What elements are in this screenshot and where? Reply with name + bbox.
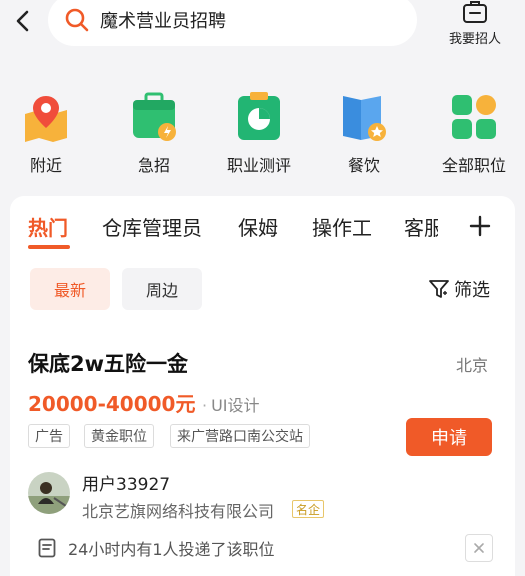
search-query-text: 魔术营业员招聘 — [100, 11, 226, 32]
header: 魔术营业员招聘 我要招人 — [0, 0, 525, 60]
job-title[interactable]: 保底2w五险一金 — [28, 348, 188, 378]
category-nearby[interactable]: 附近 — [0, 92, 96, 176]
briefcase-icon — [463, 1, 487, 23]
job-city: 北京 — [456, 356, 489, 375]
back-button[interactable] — [10, 4, 34, 38]
urgent-bag-icon — [133, 92, 176, 141]
document-icon — [38, 538, 56, 558]
search-input[interactable]: 魔术营业员招聘 — [48, 0, 417, 46]
job-panel: 热门 仓库管理员 保姆 操作工 客服 最新 周边 筛选 保底2w五险一金 北京 … — [10, 196, 515, 576]
menu-book-icon — [343, 96, 386, 141]
category-catering[interactable]: 餐饮 — [314, 92, 414, 176]
recruiter-name: 用户33927 — [82, 475, 171, 495]
avatar[interactable] — [28, 472, 70, 514]
category-row: 附近 急招 职业测评 餐饮 全部职位 — [0, 92, 525, 182]
job-salary: 20000-40000元 — [28, 392, 196, 416]
category-career-test[interactable]: 职业测评 — [209, 92, 309, 176]
apply-button[interactable]: 申请 — [406, 418, 492, 456]
avatar-image — [28, 472, 70, 514]
filter-button[interactable]: 筛选 — [428, 276, 490, 302]
category-label: 急招 — [137, 156, 170, 175]
funnel-icon — [429, 280, 449, 298]
filter-label: 筛选 — [454, 280, 490, 301]
company-name[interactable]: 北京艺旗网络科技有限公司 — [82, 498, 274, 522]
notice-text: 24小时内有1人投递了该职位 — [68, 540, 275, 559]
back-arrow-icon — [16, 10, 29, 32]
job-type-text: UI设计 — [211, 396, 260, 415]
tab-hot[interactable]: 热门 — [28, 212, 68, 241]
company-badge: 名企 — [292, 500, 325, 518]
post-job-label: 我要招人 — [448, 32, 501, 47]
category-label: 附近 — [29, 156, 62, 175]
grid-icon — [452, 95, 496, 139]
tab-overflow: 客服 — [398, 196, 438, 256]
search-icon — [65, 8, 89, 32]
job-type-separator: · — [202, 396, 208, 415]
category-urgent[interactable]: 急招 — [104, 92, 204, 176]
category-label: 职业测评 — [226, 156, 291, 175]
map-pin-icon — [25, 96, 67, 142]
plus-icon — [469, 215, 491, 237]
job-tag: 广告 — [28, 424, 70, 448]
tab-operator[interactable]: 操作工 — [312, 212, 372, 241]
close-icon — [474, 543, 484, 553]
category-label: 全部职位 — [441, 156, 506, 175]
tab-customer-service[interactable]: 客服 — [404, 212, 438, 241]
active-tab-indicator — [28, 245, 70, 249]
chip-nearby[interactable]: 周边 — [122, 268, 202, 310]
job-type: · UI设计 — [202, 392, 260, 416]
job-tag: 黄金职位 — [84, 424, 154, 448]
dismiss-button[interactable] — [465, 534, 493, 562]
job-tabs: 热门 仓库管理员 保姆 操作工 客服 — [10, 196, 515, 256]
tab-nanny[interactable]: 保姆 — [238, 212, 278, 241]
add-tab-button[interactable] — [460, 206, 500, 246]
tab-warehouse-manager[interactable]: 仓库管理员 — [102, 212, 202, 241]
chip-latest[interactable]: 最新 — [30, 268, 110, 310]
category-label: 餐饮 — [347, 156, 380, 175]
category-all-jobs[interactable]: 全部职位 — [424, 92, 524, 176]
application-notice: 24小时内有1人投递了该职位 — [38, 536, 275, 560]
chart-clipboard-icon — [238, 92, 280, 140]
job-tag: 来广营路口南公交站 — [170, 424, 310, 448]
post-job-button[interactable]: 我要招人 — [440, 0, 510, 50]
